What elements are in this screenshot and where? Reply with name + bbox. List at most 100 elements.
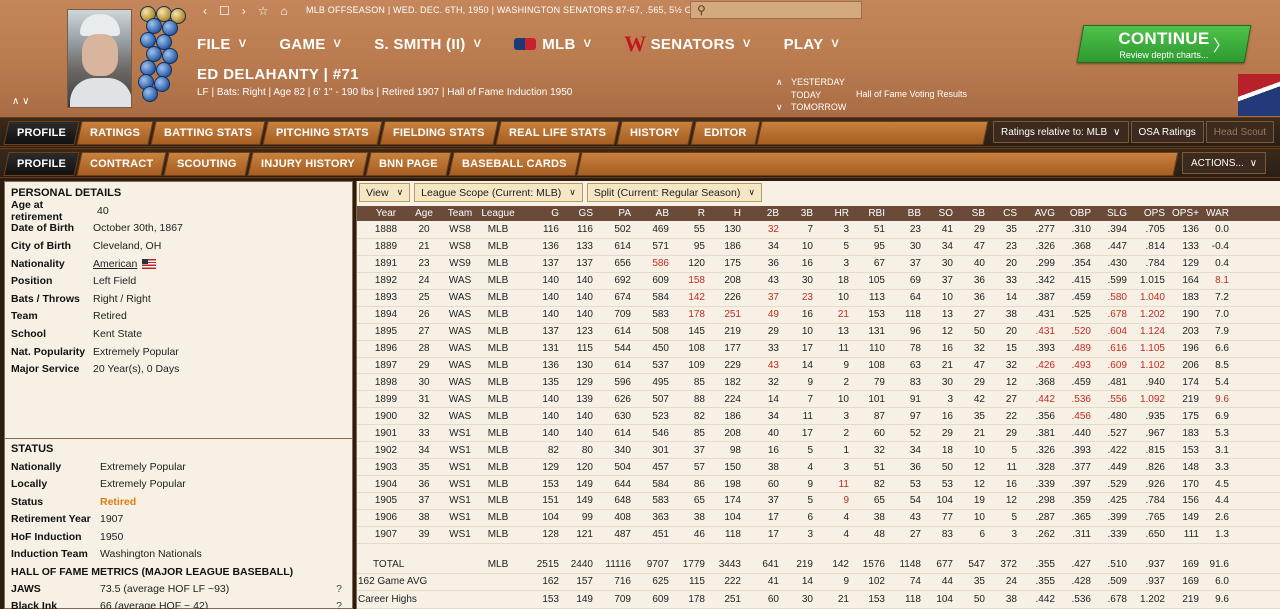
star-icon[interactable]: ☆ <box>258 4 269 18</box>
column-header[interactable]: BB <box>885 206 921 221</box>
player-prev-next[interactable]: ∧ ∨ <box>12 96 29 107</box>
subtab-profile[interactable]: PROFILE <box>3 152 80 176</box>
table-row[interactable]: 1897 29 WAS MLB 136 130 614 537 109 229 43 14 9 108 63… <box>357 358 1280 375</box>
table-cell: 16 <box>801 309 813 321</box>
table-cell: WS1 <box>449 478 471 490</box>
tab-fielding-stats[interactable]: FIELDING STATS <box>379 121 499 145</box>
table-row[interactable]: 1895 27 WAS MLB 137 123 614 508 145 219 29 10 13 131 9… <box>357 324 1280 341</box>
table-cell: MLB <box>487 224 509 236</box>
table-cell: 648 <box>614 495 631 507</box>
split-dropdown[interactable]: Split (Current: Regular Season) ∨ <box>586 183 762 202</box>
table-row[interactable]: 1891 23 WS9 MLB 137 137 656 586 120 175 36 16 3 67 37 3… <box>357 256 1280 273</box>
tab-real-life-stats[interactable]: REAL LIFE STATS <box>495 121 620 145</box>
column-header[interactable]: AVG <box>1017 206 1055 221</box>
table-row[interactable]: 1899 31 WAS MLB 140 139 626 507 88 224 14 7 10 101 91 3… <box>357 391 1280 409</box>
continue-button[interactable]: CONTINUE Review depth charts... 〉 <box>1076 25 1252 63</box>
tab-profile[interactable]: PROFILE <box>3 121 80 145</box>
column-header[interactable]: OPS <box>1127 206 1165 221</box>
forward-icon[interactable]: › <box>242 4 246 18</box>
table-row[interactable]: 1889 21 WS8 MLB 136 133 614 571 95 186 34 10 5 95 30 34… <box>357 239 1280 256</box>
tab-history[interactable]: HISTORY <box>616 121 694 145</box>
column-header[interactable]: OPS+ <box>1165 206 1199 221</box>
column-header[interactable]: 3B <box>779 206 813 221</box>
help-icon[interactable]: ? <box>336 583 342 595</box>
column-header[interactable]: CS <box>985 206 1017 221</box>
table-row[interactable]: 1896 28 WAS MLB 131 115 544 450 108 177 33 17 11 110 7… <box>357 341 1280 358</box>
table-cell: .940 <box>1145 376 1165 388</box>
column-header[interactable]: PA <box>593 206 631 221</box>
tab-filler <box>756 121 989 145</box>
column-header[interactable]: League <box>479 206 517 221</box>
column-header[interactable]: G <box>517 206 559 221</box>
column-header[interactable]: SO <box>921 206 953 221</box>
date-tomorrow[interactable]: ∨ TOMORROW <box>776 101 846 114</box>
date-yesterday[interactable]: ∧ YESTERDAY <box>776 76 846 89</box>
table-cell: 104 <box>936 495 953 507</box>
table-row[interactable]: 1903 35 WS1 MLB 129 120 504 457 57 150 38 4 3 51 36 50 1… <box>357 459 1280 477</box>
awards-medals[interactable] <box>136 6 188 102</box>
column-header[interactable]: R <box>669 206 705 221</box>
column-header[interactable]: RBI <box>849 206 885 221</box>
menu-file[interactable]: FILE V <box>197 34 246 54</box>
column-header[interactable]: Team <box>441 206 479 221</box>
table-row[interactable]: 1906 38 WS1 MLB 104 99 408 363 38 104 17 6 4 38 43 77 10… <box>357 510 1280 527</box>
ratings-relative-dropdown[interactable]: Ratings relative to: MLB ∨ <box>993 121 1129 143</box>
hof-metric-label: JAWS <box>11 582 41 595</box>
menu-manager[interactable]: S. SMITH (II) V <box>374 34 481 54</box>
subtab-scouting[interactable]: SCOUTING <box>163 152 251 176</box>
table-row[interactable]: 1900 32 WAS MLB 140 140 630 523 82 186 34 11 3 87 97 16… <box>357 408 1280 426</box>
table-row[interactable]: 1905 37 WS1 MLB 151 149 648 583 65 174 37 5 9 65 54 104… <box>357 493 1280 510</box>
search-input[interactable]: ⚲ <box>690 1 862 19</box>
table-cell: .580 <box>1107 292 1127 304</box>
column-header[interactable]: WAR <box>1199 206 1229 221</box>
table-row[interactable]: 1893 25 WAS MLB 140 140 674 584 142 226 37 23 10 113 6… <box>357 290 1280 307</box>
subtab-contract[interactable]: CONTRACT <box>76 152 167 176</box>
back-icon[interactable]: ‹ <box>203 4 207 18</box>
help-icon[interactable]: ? <box>336 600 342 609</box>
menu-league[interactable]: MLB V <box>514 34 591 54</box>
osa-ratings-button[interactable]: OSA Ratings <box>1130 121 1204 143</box>
detail-value[interactable]: American <box>93 258 137 270</box>
table-row[interactable]: 1894 26 WAS MLB 140 140 709 583 178 251 49 16 21 153 1… <box>357 307 1280 324</box>
table-row[interactable]: 1902 34 WS1 MLB 82 80 340 301 37 98 16 5 1 32 34 18 10 5.… <box>357 442 1280 460</box>
subtab-injury-history[interactable]: INJURY HISTORY <box>247 152 369 176</box>
table-row[interactable]: 1892 24 WAS MLB 140 140 692 609 158 208 43 30 18 105 6… <box>357 273 1280 290</box>
column-header[interactable]: H <box>705 206 741 221</box>
column-header[interactable]: 2B <box>741 206 779 221</box>
league-scope-dropdown[interactable]: League Scope (Current: MLB) ∨ <box>414 183 583 202</box>
summary-cell: 24 <box>1005 576 1017 588</box>
column-header[interactable]: GS <box>559 206 593 221</box>
menu-team[interactable]: W SENATORS V <box>624 31 750 56</box>
tab-editor[interactable]: EDITOR <box>690 121 760 145</box>
subtab-bnn-page[interactable]: BNN PAGE <box>365 152 452 176</box>
table-row[interactable]: 1901 33 WS1 MLB 140 140 614 546 85 208 40 17 2 60 52 29… <box>357 425 1280 443</box>
column-header[interactable]: Year <box>365 206 407 221</box>
tab-ratings[interactable]: RATINGS <box>76 121 154 145</box>
table-cell: 170 <box>1182 478 1199 490</box>
tab-pitching-stats[interactable]: PITCHING STATS <box>262 121 383 145</box>
table-row[interactable]: 1898 30 WAS MLB 135 129 596 495 85 182 32 9 2 79 83 30 2… <box>357 374 1280 392</box>
column-header[interactable]: HR <box>813 206 849 221</box>
column-header[interactable]: SLG <box>1091 206 1127 221</box>
table-row[interactable]: 1907 39 WS1 MLB 128 121 487 451 46 118 17 3 4 48 27 83 6… <box>357 527 1280 544</box>
tab-batting-stats[interactable]: BATTING STATS <box>150 121 266 145</box>
menu-game[interactable]: GAME V <box>279 34 341 54</box>
table-cell: 40 <box>767 427 779 439</box>
view-dropdown[interactable]: View ∨ <box>359 183 411 202</box>
head-scout-button[interactable]: Head Scout <box>1205 121 1275 143</box>
table-cell: 5 <box>1011 444 1017 456</box>
today-event[interactable]: Hall of Fame Voting Results <box>856 89 967 99</box>
date-today[interactable]: TODAY <box>776 89 846 102</box>
window-icon[interactable]: ☐ <box>219 4 230 18</box>
column-header[interactable]: OBP <box>1055 206 1091 221</box>
column-header[interactable]: Age <box>407 206 441 221</box>
table-row[interactable]: 1904 36 WS1 MLB 153 149 644 584 86 198 60 9 11 82 53 53… <box>357 476 1280 493</box>
subtab-baseball-cards[interactable]: BASEBALL CARDS <box>448 152 581 176</box>
table-row[interactable]: 1888 20 WS8 MLB 116 116 502 469 55 130 32 7 3 51 23 41 2… <box>357 222 1280 239</box>
actions-dropdown[interactable]: ACTIONS... ∨ <box>1182 152 1267 174</box>
column-header[interactable]: AB <box>631 206 669 221</box>
column-header[interactable]: SB <box>953 206 985 221</box>
home-icon[interactable]: ⌂ <box>281 4 288 18</box>
table-cell: 190 <box>1182 309 1199 321</box>
menu-play[interactable]: PLAY V <box>784 34 839 54</box>
